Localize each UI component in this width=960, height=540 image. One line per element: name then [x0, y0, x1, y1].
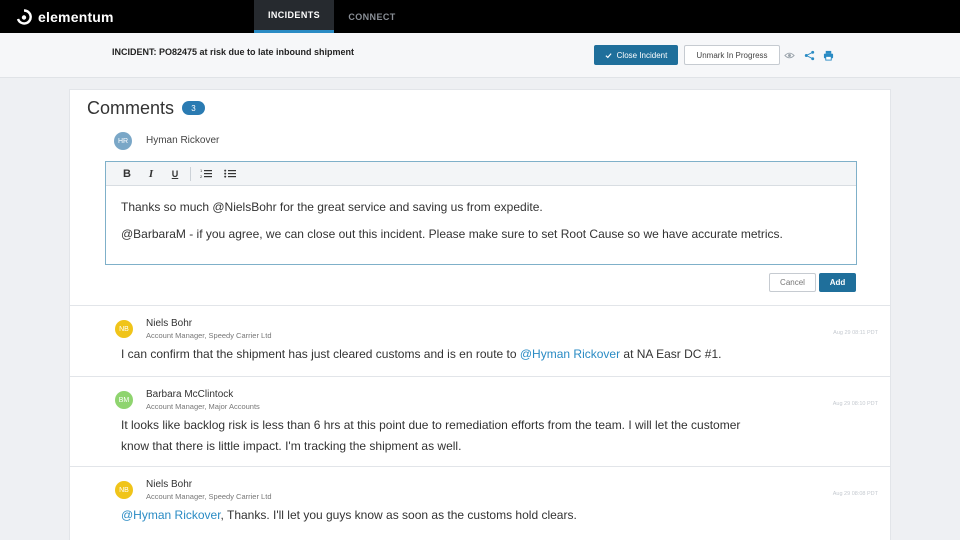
- bullet-list-icon[interactable]: [219, 165, 241, 183]
- comment-text: , Thanks. I'll let you guys know as soon…: [220, 508, 577, 522]
- tab-incidents[interactable]: INCIDENTS: [254, 0, 334, 33]
- ordered-list-icon[interactable]: 1 2: [195, 165, 217, 183]
- bold-icon[interactable]: B: [116, 165, 138, 183]
- comment-author-role: Account Manager, Major Accounts: [146, 402, 260, 411]
- editor-line: Thanks so much @NielsBohr for the great …: [121, 200, 543, 214]
- comments-panel: Comments 3 HR Hyman Rickover B I U 1 2 T…: [69, 89, 891, 540]
- comment-item: BM Barbara McClintock Account Manager, M…: [70, 376, 890, 466]
- check-icon: [605, 52, 612, 58]
- avatar: NB: [115, 320, 133, 338]
- editor-line: @BarbaraM - if you agree, we can close o…: [121, 227, 783, 241]
- comment-timestamp: Aug 29 08:11 PDT: [833, 330, 878, 336]
- comment-author-name: Niels Bohr: [146, 479, 193, 490]
- mention-link[interactable]: @Hyman Rickover: [121, 508, 221, 522]
- cancel-button[interactable]: Cancel: [769, 273, 816, 292]
- editor-toolbar: B I U 1 2: [106, 162, 856, 186]
- comment-editor[interactable]: B I U 1 2 Thanks so much @NielsBohr for …: [105, 161, 857, 265]
- share-icon[interactable]: [804, 50, 815, 61]
- eye-icon[interactable]: [784, 50, 795, 61]
- mention-link[interactable]: @Hyman Rickover: [520, 347, 620, 361]
- brand-name: elementum: [38, 8, 114, 25]
- incident-header: INCIDENT: PO82475 at risk due to late in…: [0, 33, 960, 78]
- brand-logo[interactable]: elementum: [16, 8, 114, 25]
- svg-text:1: 1: [200, 168, 203, 173]
- comments-count-badge: 3: [182, 101, 205, 115]
- close-incident-button[interactable]: Close Incident: [594, 45, 678, 65]
- avatar: BM: [115, 391, 133, 409]
- comment-author-name: Niels Bohr: [146, 318, 193, 329]
- comment-author-name: Barbara McClintock: [146, 389, 234, 400]
- underline-icon[interactable]: U: [164, 165, 186, 183]
- composer-author-name: Hyman Rickover: [146, 135, 220, 146]
- comment-item: NB Niels Bohr Account Manager, Speedy Ca…: [70, 305, 890, 376]
- logo-icon: [16, 8, 32, 25]
- comment-text: I can confirm that the shipment has just…: [121, 347, 520, 361]
- comment-text: at NA Easr DC #1.: [620, 347, 722, 361]
- print-icon[interactable]: [823, 50, 834, 61]
- svg-text:2: 2: [200, 174, 203, 179]
- close-incident-label: Close Incident: [616, 50, 668, 60]
- comment-author-role: Account Manager, Speedy Carrier Ltd: [146, 331, 272, 340]
- toolbar-divider: [190, 166, 191, 181]
- tab-connect[interactable]: CONNECT: [338, 0, 406, 33]
- comments-heading: Comments: [87, 98, 175, 118]
- avatar: NB: [115, 481, 133, 499]
- add-comment-button[interactable]: Add: [819, 273, 856, 292]
- comment-body: It looks like backlog risk is less than …: [121, 418, 741, 453]
- comment-timestamp: Aug 29 08:10 PDT: [832, 401, 878, 407]
- comment-timestamp: Aug 29 08:08 PDT: [832, 491, 878, 497]
- comment-body: @Hyman Rickover, Thanks. I'll let you gu…: [121, 505, 821, 526]
- comment-body: I can confirm that the shipment has just…: [121, 344, 821, 365]
- unmark-in-progress-button[interactable]: Unmark In Progress: [684, 45, 780, 65]
- comment-author-role: Account Manager, Speedy Carrier Ltd: [146, 492, 272, 501]
- incident-title: INCIDENT: PO82475 at risk due to late in…: [112, 47, 355, 57]
- editor-content[interactable]: Thanks so much @NielsBohr for the great …: [106, 186, 856, 241]
- top-navigation: elementum INCIDENTS CONNECT: [0, 0, 960, 33]
- comment-item: NB Niels Bohr Account Manager, Speedy Ca…: [70, 466, 890, 540]
- avatar: HR: [114, 132, 132, 150]
- italic-icon[interactable]: I: [140, 165, 162, 183]
